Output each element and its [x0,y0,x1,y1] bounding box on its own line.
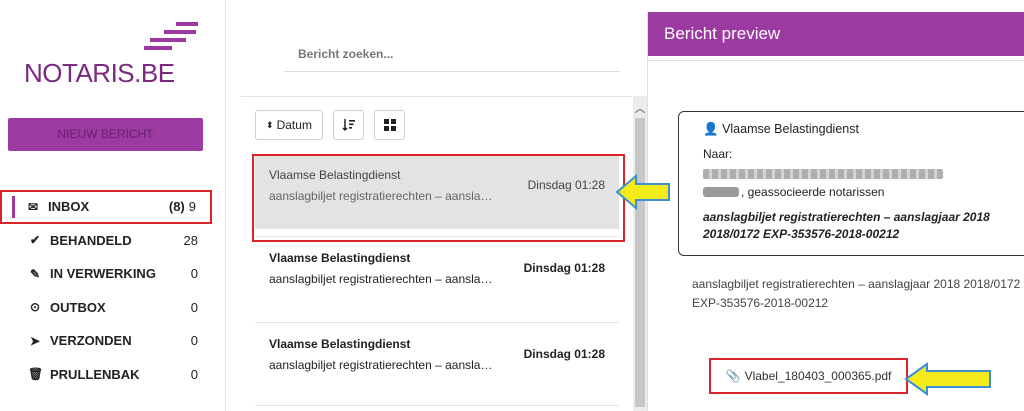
outbox-icon: ⊙ [29,300,41,315]
logo-text: NOTARIS.BE [24,58,175,88]
check-icon: ✔ [29,233,41,248]
send-icon: ➤ [29,333,41,348]
message-subject: aanslagbiljet registratierechten – aansl… [269,272,497,286]
sort-order-button[interactable] [333,110,364,140]
sort-label: Datum [276,118,312,132]
preview-recipient-line: , geassocieerde notarissen [703,185,1024,199]
divider [648,60,1024,61]
edit-icon: ✎ [29,266,41,281]
sidebar-item-inbox[interactable]: ✉ INBOX (8) 9 [0,190,212,224]
trash-icon: 🗑 [28,367,44,382]
annotation-arrow-icon [904,362,991,396]
grid-icon [383,119,396,131]
divider [241,96,647,97]
preview-title: Bericht preview [648,12,1024,56]
chevron-up-icon[interactable]: ︿ [633,100,647,115]
preview-body: aanslagbiljet registratierechten – aansl… [692,277,1021,310]
sort-order-icon [341,119,355,132]
preview-assoc-text: , geassocieerde notarissen [741,185,885,199]
sidebar-item-label: OUTBOX [50,299,106,315]
message-header-card: 👤 Vlaamse Belastingdienst Naar: , geasso… [678,111,1024,256]
preview-subject: aanslagbiljet registratierechten – aansl… [703,210,990,241]
user-icon: 👤 [703,122,719,136]
attachment-link[interactable]: 📎 Vlabel_180403_000365.pdf [709,358,908,394]
sidebar-item-in-verwerking[interactable]: ✎ IN VERWERKING 0 [0,257,226,291]
sidebar-item-count: 0 [190,266,198,282]
message-subject: aanslagbiljet registratierechten – aansl… [269,358,497,372]
sidebar-item-outbox[interactable]: ⊙ OUTBOX 0 [0,291,226,325]
list-item[interactable]: Vlaamse Belastingdienst aanslagbiljet re… [255,236,619,311]
annotation-arrow-icon [615,173,670,211]
unread-count: (8) [168,199,185,215]
preview-panel: Bericht preview 👤 Vlaamse Belastingdiens… [647,12,1024,411]
view-toggle-button[interactable] [374,110,405,140]
sidebar-item-count: 0 [190,333,198,349]
sidebar-item-label: VERZONDEN [50,333,132,349]
folder-nav: ✉ INBOX (8) 9 ✔ BEHANDELD 28 ✎ IN VERWERK… [0,190,226,391]
highlight-box-selected-message [252,154,625,242]
sidebar-item-count: 0 [190,366,198,382]
preview-to-label: Naar: [703,147,733,161]
search-input[interactable] [298,47,598,61]
message-time: Dinsdag 01:28 [523,261,605,275]
paperclip-icon: 📎 [725,369,741,383]
sidebar-item-label: PRULLENBAK [50,366,140,382]
message-time: Dinsdag 01:28 [523,347,605,361]
logo[interactable]: NOTARIS.BE [24,22,204,88]
envelope-icon: ✉ [27,199,39,214]
sidebar-item-count: 0 [190,299,198,315]
redacted-recipient [703,187,739,197]
search-box [284,36,620,72]
new-message-button[interactable]: NIEUW BERICHT [8,118,203,151]
message-sender: Vlaamse Belastingdienst [269,337,411,351]
sidebar: NOTARIS.BE NIEUW BERICHT ✉ INBOX (8) 9 ✔ … [0,0,226,411]
sort-caret-icon: ⬍ [266,119,274,130]
sidebar-item-label: IN VERWERKING [50,266,156,282]
message-sender: Vlaamse Belastingdienst [269,251,411,265]
total-count: 9 [188,199,196,215]
sort-by-date-button[interactable]: ⬍ Datum [255,110,323,140]
sidebar-item-prullenbak[interactable]: 🗑 PRULLENBAK 0 [0,358,226,392]
sidebar-item-verzonden[interactable]: ➤ VERZONDEN 0 [0,324,226,358]
scrollbar[interactable]: ︿ [633,96,647,411]
preview-sender-name: Vlaamse Belastingdienst [722,122,859,136]
list-item[interactable]: Vlaamse Belastingdienst aanslagbiljet re… [255,322,619,397]
sidebar-item-label: BEHANDELD [50,232,132,248]
preview-sender: 👤 Vlaamse Belastingdienst [703,122,1024,137]
message-list-panel: ⬍ Datum Vlaamse Belastingdienst aanslagb… [227,0,647,411]
sidebar-item-count: 28 [183,232,198,248]
logo-bars-icon [144,22,204,58]
sidebar-item-count: (8) 9 [169,199,196,214]
sidebar-item-behandeld[interactable]: ✔ BEHANDELD 28 [0,224,226,258]
sidebar-item-label: INBOX [48,199,90,215]
list-item[interactable] [255,405,619,411]
scrollbar-thumb[interactable] [635,118,645,407]
attachment-filename: Vlabel_180403_000365.pdf [744,369,892,383]
redacted-recipient [703,169,943,179]
